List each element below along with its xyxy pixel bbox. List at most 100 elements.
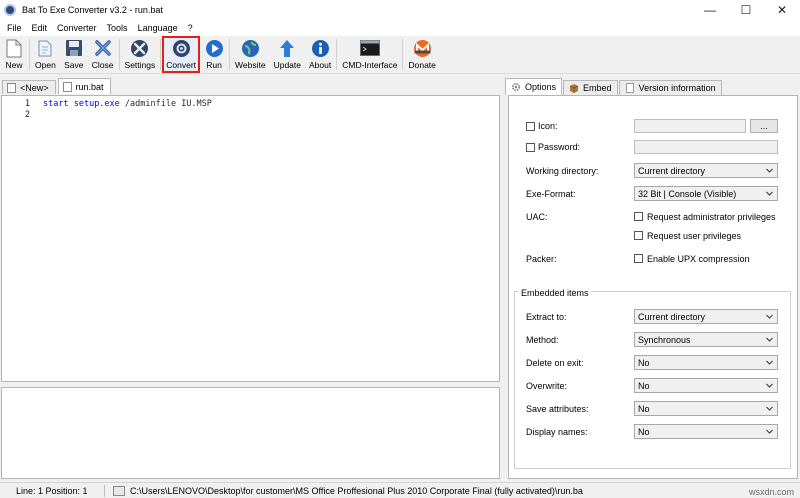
about-button[interactable]: About [305, 36, 335, 73]
open-button[interactable]: Open [31, 36, 60, 73]
toolbar-separator [29, 39, 30, 70]
password-checkbox[interactable] [526, 143, 535, 152]
extract-to-label: Extract to: [526, 312, 567, 322]
menu-file[interactable]: File [2, 20, 27, 36]
monero-icon [412, 38, 432, 58]
delete-on-exit-label: Delete on exit: [526, 358, 584, 368]
uac-admin-checkbox[interactable] [634, 212, 643, 221]
working-directory-label: Working directory: [526, 166, 599, 176]
icon-label: Icon: [538, 121, 558, 131]
save-icon [64, 38, 84, 58]
open-icon [35, 38, 55, 58]
globe-icon [240, 38, 260, 58]
method-select[interactable]: Synchronous [634, 332, 778, 347]
close-x-icon [93, 38, 113, 58]
code-editor[interactable]: 1 2 start setup.exe /adminfile IU.MSP [1, 95, 500, 382]
upx-label: Enable UPX compression [647, 254, 750, 264]
overwrite-select[interactable]: No [634, 378, 778, 393]
extract-to-select[interactable]: Current directory [634, 309, 778, 324]
icon-checkbox[interactable] [526, 122, 535, 131]
close-button[interactable]: Close [88, 36, 118, 73]
title-bar: Bat To Exe Converter v3.2 - run.bat — ☐ … [0, 0, 800, 20]
uac-user-checkbox[interactable] [634, 231, 643, 240]
uac-label: UAC: [526, 212, 548, 222]
chevron-down-icon [766, 314, 773, 319]
cmd-interface-button[interactable]: CMD-Interface [338, 36, 401, 73]
menu-converter[interactable]: Converter [52, 20, 102, 36]
code-keyword: start [43, 99, 69, 109]
overwrite-label: Overwrite: [526, 381, 568, 391]
update-button[interactable]: Update [270, 36, 305, 73]
chevron-down-icon [766, 360, 773, 365]
file-path: C:\Users\LENOVO\Desktop\for customer\MS … [105, 485, 583, 496]
update-arrow-icon [277, 38, 297, 58]
code-line: start setup.exe /adminfile IU.MSP [43, 99, 212, 109]
working-directory-select[interactable]: Current directory [634, 163, 778, 178]
delete-on-exit-select[interactable]: No [634, 355, 778, 370]
convert-button[interactable]: Convert [162, 36, 201, 73]
donate-button[interactable]: Donate [404, 36, 439, 73]
chevron-down-icon [766, 383, 773, 388]
cursor-position: Line: 1 Position: 1 [16, 485, 88, 496]
password-label: Password: [538, 142, 581, 152]
embedded-items-title: Embedded items [519, 288, 591, 298]
chevron-down-icon [766, 191, 773, 196]
chevron-down-icon [766, 337, 773, 342]
website-button[interactable]: Website [231, 36, 270, 73]
toolbar-separator [229, 39, 231, 70]
box-icon [569, 83, 579, 93]
toolbar-separator [118, 39, 120, 70]
window-title: Bat To Exe Converter v3.2 - run.bat [22, 5, 163, 15]
password-field[interactable] [634, 140, 778, 154]
gear-icon [511, 82, 521, 92]
tab-options[interactable]: Options [505, 78, 563, 95]
menu-bar: File Edit Converter Tools Language ? [0, 20, 800, 36]
tab-new[interactable]: <New> [2, 80, 56, 94]
settings-button[interactable]: Settings [121, 36, 160, 73]
line-number: 1 [24, 99, 30, 109]
chevron-down-icon [766, 429, 773, 434]
convert-icon [171, 38, 191, 58]
display-names-select[interactable]: No [634, 424, 778, 439]
upx-checkbox[interactable] [634, 254, 643, 263]
tab-embed[interactable]: Embed [563, 80, 618, 95]
toolbar-separator [336, 39, 338, 70]
window-controls: — ☐ ✕ [692, 0, 800, 20]
minimize-button[interactable]: — [692, 0, 728, 20]
menu-help[interactable]: ? [183, 20, 198, 36]
output-pane[interactable] [1, 387, 500, 479]
new-file-icon [4, 38, 24, 58]
editor-tab-strip: <New> run.bat [0, 78, 500, 94]
run-button[interactable]: Run [200, 36, 228, 73]
new-button[interactable]: New [0, 36, 28, 73]
save-button[interactable]: Save [60, 36, 88, 73]
icon-browse-button[interactable]: ... [750, 119, 778, 133]
watermark: wsxdn.com [748, 487, 794, 497]
exe-format-label: Exe-Format: [526, 189, 576, 199]
document-icon [7, 82, 16, 93]
save-attributes-label: Save attributes: [526, 404, 589, 414]
app-icon [4, 4, 16, 16]
menu-language[interactable]: Language [133, 20, 183, 36]
tab-run-bat[interactable]: run.bat [57, 78, 111, 94]
tab-version-information[interactable]: Version information [618, 80, 722, 95]
menu-edit[interactable]: Edit [27, 20, 53, 36]
toolbar-separator [402, 39, 404, 70]
packer-label: Packer: [526, 254, 557, 264]
maximize-button[interactable]: ☐ [728, 0, 764, 20]
menu-tools[interactable]: Tools [102, 20, 133, 36]
terminal-icon [359, 38, 380, 58]
settings-icon [130, 38, 150, 58]
save-attributes-select[interactable]: No [634, 401, 778, 416]
info-icon [310, 38, 330, 58]
line-number-gutter: 1 2 [2, 96, 40, 381]
exe-format-select[interactable]: 32 Bit | Console (Visible) [634, 186, 778, 201]
folder-icon [113, 485, 125, 496]
document-icon [62, 81, 72, 92]
toolbar: New Open Save Close Settings Convert Run… [0, 36, 800, 74]
chevron-down-icon [766, 406, 773, 411]
icon-path-field[interactable] [634, 119, 746, 133]
uac-user-label: Request user privileges [647, 231, 742, 241]
close-window-button[interactable]: ✕ [764, 0, 800, 20]
uac-admin-label: Request administrator privileges [647, 212, 776, 222]
